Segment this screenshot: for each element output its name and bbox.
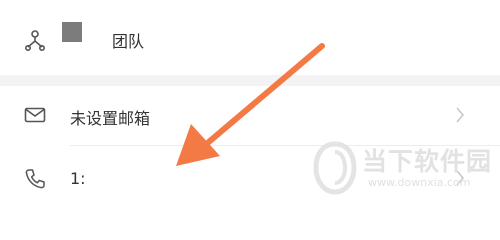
- chevron-right-icon: [456, 107, 465, 123]
- watermark: 当下软件园 www.downxia.com: [312, 140, 492, 196]
- org-icon: [24, 30, 45, 51]
- watermark-title: 当下软件园: [362, 147, 493, 176]
- phone-icon: [25, 169, 45, 189]
- team-label: 团队: [112, 32, 145, 51]
- phone-value: 1:: [70, 169, 86, 188]
- email-label: 未设置邮箱: [70, 109, 151, 128]
- redacted-block: [62, 22, 82, 42]
- email-row[interactable]: 未设置邮箱: [0, 86, 500, 144]
- section-gap: [0, 75, 500, 86]
- team-row[interactable]: 团队: [0, 0, 500, 75]
- profile-settings-screen: 团队 未设置邮箱 1: 当下软件园 www.downxia.com: [0, 0, 500, 210]
- watermark-url: www.downxia.com: [368, 176, 471, 189]
- watermark-logo-icon: [313, 141, 357, 195]
- mail-icon: [24, 107, 46, 123]
